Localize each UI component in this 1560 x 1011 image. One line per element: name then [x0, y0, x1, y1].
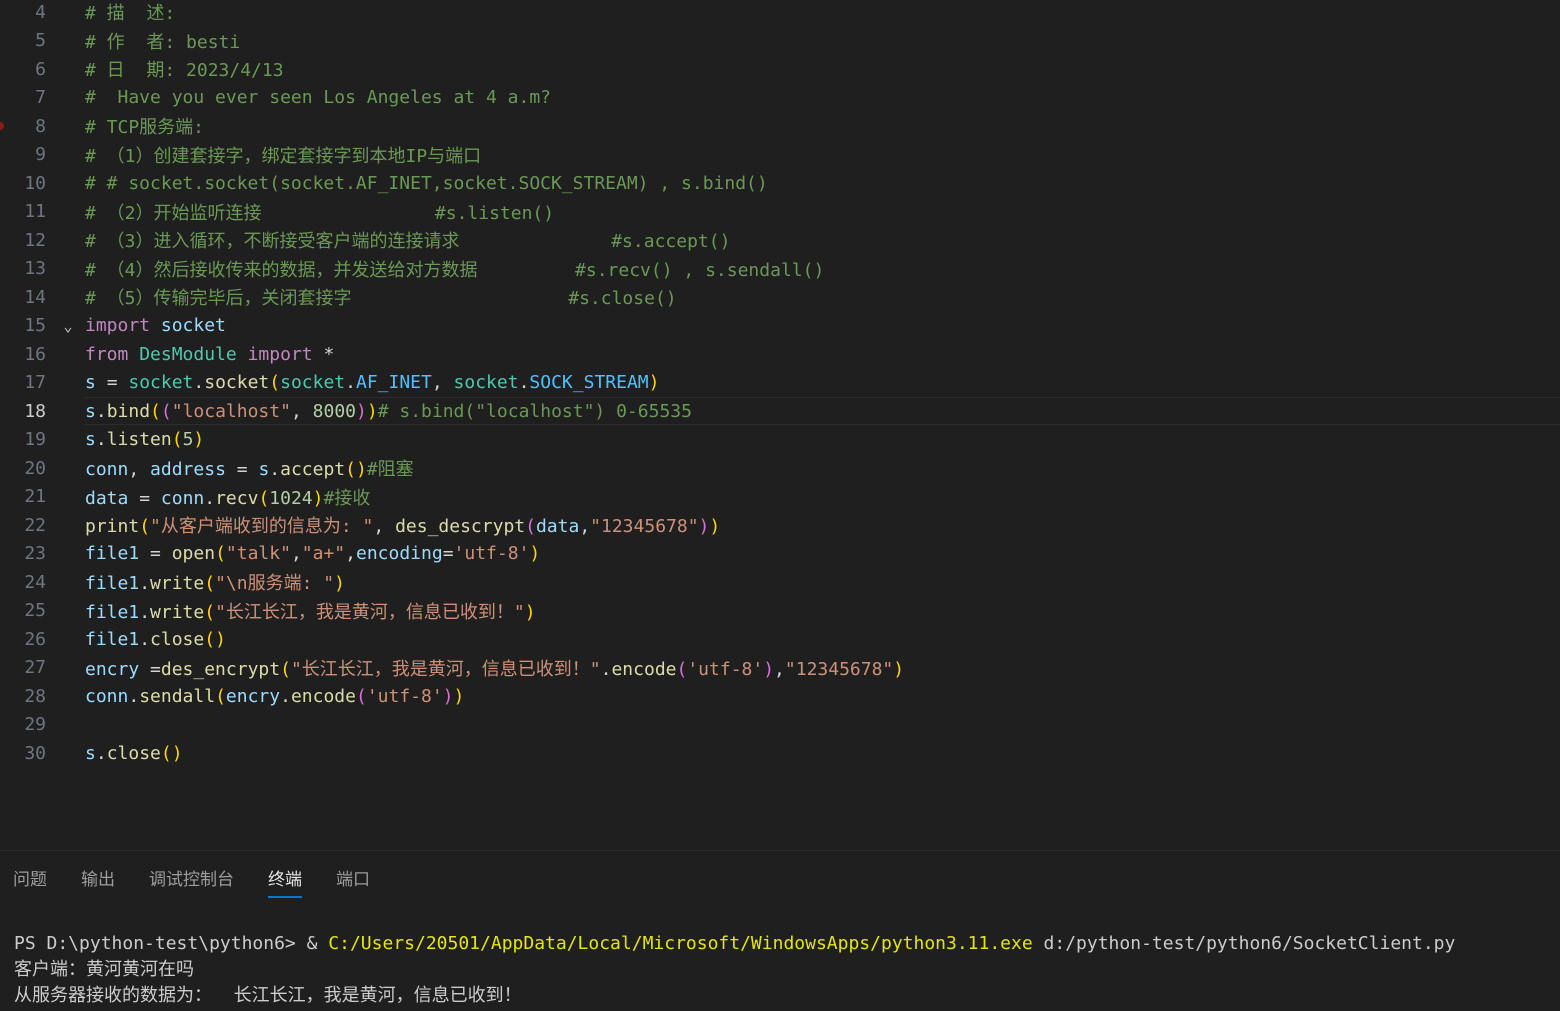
code-text: conn, address = s.accept()#阻塞	[85, 459, 414, 480]
code-line[interactable]: 18 s.bind(("localhost", 8000))# s.bind("l…	[0, 397, 1560, 425]
code-line[interactable]: 25 file1.write("长江长江，我是黄河，信息已收到！")	[0, 597, 1560, 625]
code-line[interactable]: 20 conn, address = s.accept()#阻塞	[0, 454, 1560, 482]
terminal-amp: &	[306, 933, 329, 954]
line-number: 30	[24, 742, 46, 764]
terminal-command-line: PS D:\python-test\python6> & C:/Users/20…	[14, 931, 1560, 957]
line-number: 7	[35, 87, 46, 108]
code-line[interactable]: 26 file1.close()	[0, 625, 1560, 653]
line-number: 11	[24, 201, 46, 222]
code-text: # 描 述:	[85, 3, 176, 24]
panel-tab[interactable]: 调试控制台	[149, 865, 234, 895]
terminal-script-path: d:/python-test/python6/SocketClient.py	[1032, 933, 1456, 954]
code-text: import socket	[85, 315, 226, 336]
line-number: 23	[24, 543, 46, 564]
terminal-prompt: PS D:\python-test\python6>	[14, 933, 307, 954]
code-text: s.bind(("localhost", 8000))# s.bind("loc…	[85, 400, 692, 422]
terminal-output-line: 从服务器接收的数据为： 长江长江，我是黄河，信息已收到！	[14, 985, 522, 1006]
code-line[interactable]: 5 # 作 者: besti	[0, 27, 1560, 55]
code-text: # （3）进入循环，不断接受客户端的连接请求 #s.accept()	[85, 231, 731, 252]
code-text: file1.write("\n服务端: ")	[85, 573, 345, 594]
code-text: # （4）然后接收传来的数据，并发送给对方数据 #s.recv() , s.se…	[85, 259, 825, 281]
line-number: 14	[24, 286, 46, 308]
panel-tab[interactable]: 问题	[13, 865, 47, 895]
line-number: 8	[35, 115, 46, 137]
code-text: file1.write("长江长江，我是黄河，信息已收到！")	[85, 601, 536, 623]
panel-tab[interactable]: 终端	[268, 865, 302, 898]
line-number: 22	[24, 514, 46, 536]
line-number: 27	[24, 657, 46, 678]
fold-chevron-icon[interactable]: ⌄	[60, 317, 76, 335]
code-line[interactable]: 21 data = conn.recv(1024)#接收	[0, 483, 1560, 511]
bottom-panel: 问题 输出 调试控制台 终端 端口 PS D:\python-test\python6>…	[0, 850, 1560, 1011]
code-line[interactable]: 28 conn.sendall(encry.encode('utf-8'))	[0, 682, 1560, 710]
line-number: 12	[24, 229, 46, 251]
code-text: data = conn.recv(1024)#接收	[85, 487, 371, 509]
line-number: 19	[24, 429, 46, 450]
line-number: 16	[24, 343, 46, 365]
terminal-output-line: 客户端：黄河黄河在吗	[14, 959, 194, 980]
line-number: 26	[24, 628, 46, 650]
line-number: 13	[24, 258, 46, 279]
code-text: # TCP服务端:	[85, 117, 205, 138]
code-text: print("从客户端收到的信息为: ", des_descrypt(data,…	[85, 516, 721, 537]
code-line[interactable]: 17 s = socket.socket(socket.AF_INET, sock…	[0, 369, 1560, 397]
code-text: # （5）传输完毕后，关闭套接字 #s.close()	[85, 288, 677, 309]
code-line[interactable]: 22 print("从客户端收到的信息为: ", des_descrypt(dat…	[0, 511, 1560, 539]
code-text: # 作 者: besti	[85, 31, 241, 53]
line-number: 29	[24, 714, 46, 735]
code-line[interactable]: 23 file1 = open("talk","a+",encoding='utf…	[0, 540, 1560, 568]
code-line[interactable]: 30 s.close()	[0, 739, 1560, 767]
panel-tab[interactable]: 输出	[81, 865, 115, 895]
code-line[interactable]: 19 s.listen(5)	[0, 426, 1560, 454]
code-text: from DesModule import *	[85, 343, 335, 365]
line-number: 6	[35, 58, 46, 80]
line-number: 4	[35, 1, 46, 23]
line-number: 20	[24, 457, 46, 479]
code-line[interactable]: 11 # （2）开始监听连接 #s.listen()	[0, 198, 1560, 226]
code-text: s.listen(5)	[85, 429, 205, 450]
code-line[interactable]: 24 file1.write("\n服务端: ")	[0, 568, 1560, 596]
code-line[interactable]: 15 ⌄ import socket	[0, 312, 1560, 340]
code-text: file1.close()	[85, 628, 226, 650]
code-line[interactable]: 29	[0, 711, 1560, 739]
terminal-exe-path: C:/Users/20501/AppData/Local/Microsoft/W…	[328, 933, 1033, 954]
line-number: 9	[35, 144, 46, 165]
code-line[interactable]: 10 # # socket.socket(socket.AF_INET,socke…	[0, 169, 1560, 197]
code-editor[interactable]: 4 # 描 述: 5 # 作 者: besti 6 # 日 期: 2023/4/13 7 # …	[0, 0, 1560, 850]
terminal[interactable]: PS D:\python-test\python6> & C:/Users/20…	[14, 931, 1560, 1009]
line-number: 17	[24, 372, 46, 393]
code-line[interactable]: 9 # （1）创建套接字，绑定套接字到本地IP与端口	[0, 141, 1560, 169]
code-line[interactable]: 4 # 描 述:	[0, 0, 1560, 26]
code-text: # Have you ever seen Los Angeles at 4 a.…	[85, 87, 551, 108]
code-text: s.close()	[85, 742, 183, 764]
code-line[interactable]: 13 # （4）然后接收传来的数据，并发送给对方数据 #s.recv() , s.…	[0, 255, 1560, 283]
code-line[interactable]: 6 # 日 期: 2023/4/13	[0, 55, 1560, 83]
code-line[interactable]: 12 # （3）进入循环，不断接受客户端的连接请求 #s.accept()	[0, 226, 1560, 254]
code-line[interactable]: 14 # （5）传输完毕后，关闭套接字 #s.close()	[0, 283, 1560, 311]
code-line[interactable]: 8 # TCP服务端:	[0, 112, 1560, 140]
panel-tabs: 问题 输出 调试控制台 终端 端口	[0, 865, 391, 901]
code-text: file1 = open("talk","a+",encoding='utf-8…	[85, 543, 541, 564]
panel-tab[interactable]: 端口	[336, 865, 370, 895]
line-number: 5	[35, 30, 46, 51]
code-line[interactable]: 27 encry =des_encrypt("长江长江，我是黄河，信息已收到！".…	[0, 654, 1560, 682]
code-text: # # socket.socket(socket.AF_INET,socket.…	[85, 172, 768, 194]
code-line[interactable]: 16 from DesModule import *	[0, 340, 1560, 368]
code-text: # （1）创建套接字，绑定套接字到本地IP与端口	[85, 145, 482, 167]
code-line[interactable]: 7 # Have you ever seen Los Angeles at 4 a…	[0, 84, 1560, 112]
line-number: 24	[24, 571, 46, 593]
line-number: 21	[24, 486, 46, 507]
code-text: encry =des_encrypt("长江长江，我是黄河，信息已收到！".en…	[85, 658, 905, 680]
line-number: 10	[24, 172, 46, 194]
line-number: 18	[24, 400, 46, 422]
code-text: s = socket.socket(socket.AF_INET, socket…	[85, 372, 660, 393]
code-text: # 日 期: 2023/4/13	[85, 60, 284, 81]
code-text: conn.sendall(encry.encode('utf-8'))	[85, 685, 465, 707]
line-number: 28	[24, 685, 46, 707]
line-number: 15	[24, 315, 46, 336]
code-text: # （2）开始监听连接 #s.listen()	[85, 202, 555, 224]
line-number: 25	[24, 600, 46, 621]
